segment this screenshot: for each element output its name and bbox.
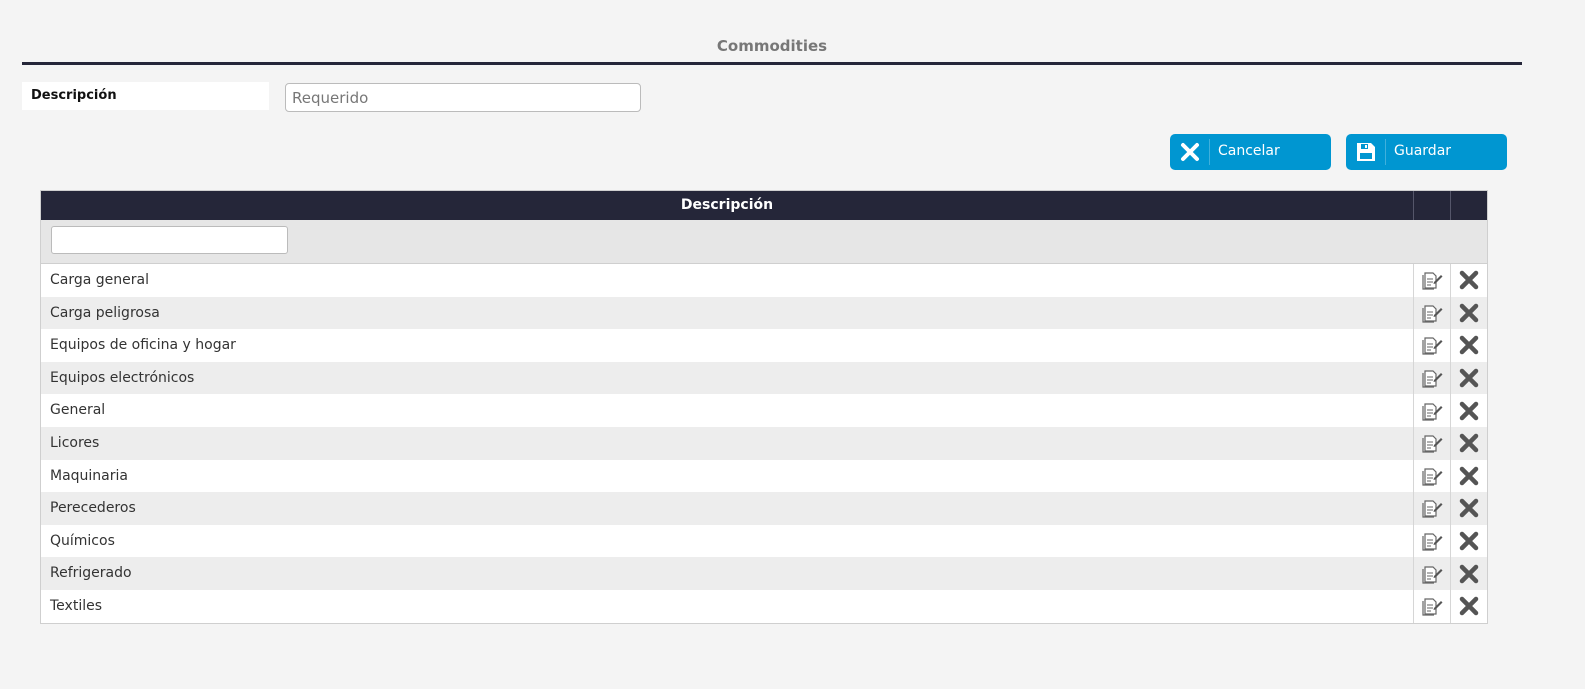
row-description: Licores	[50, 434, 100, 451]
table-row[interactable]: Perecederos	[41, 492, 1487, 525]
table-row[interactable]: Carga general	[41, 264, 1487, 297]
row-description: Carga general	[50, 272, 149, 288]
delete-icon[interactable]	[1450, 329, 1487, 362]
description-filter-input[interactable]	[51, 226, 288, 254]
commodities-table: Descripción Carga general Carga peligrosa…	[40, 190, 1488, 624]
table-row[interactable]: Licores	[41, 426, 1487, 460]
table-row[interactable]: Refrigerado	[41, 557, 1487, 590]
close-icon	[1178, 140, 1202, 164]
row-description: Perecederos	[50, 500, 136, 517]
delete-icon[interactable]	[1450, 589, 1487, 623]
button-divider	[1385, 139, 1386, 165]
edit-icon[interactable]	[1413, 492, 1450, 525]
column-header-description[interactable]: Descripción	[41, 191, 1413, 220]
delete-icon[interactable]	[1450, 524, 1487, 558]
cancel-button[interactable]: Cancelar	[1170, 134, 1331, 170]
table-row[interactable]: Textiles	[41, 589, 1487, 623]
delete-icon[interactable]	[1450, 296, 1487, 330]
edit-icon[interactable]	[1413, 394, 1450, 427]
table-body: Carga general Carga peligrosa Equipos de o…	[41, 264, 1487, 623]
edit-icon[interactable]	[1413, 589, 1450, 623]
row-description: Equipos electrónicos	[50, 369, 195, 386]
edit-icon[interactable]	[1413, 426, 1450, 460]
row-description: Refrigerado	[50, 565, 132, 582]
table-row[interactable]: General	[41, 394, 1487, 427]
row-description: Equipos de oficina y hogar	[50, 337, 236, 354]
table-header: Descripción	[41, 191, 1487, 220]
delete-icon[interactable]	[1450, 361, 1487, 395]
row-description: Químicos	[50, 532, 115, 549]
edit-icon[interactable]	[1413, 264, 1450, 297]
row-description: Maquinaria	[50, 467, 128, 484]
edit-icon[interactable]	[1413, 524, 1450, 558]
table-row[interactable]: Carga peligrosa	[41, 296, 1487, 330]
row-description: Textiles	[50, 597, 103, 614]
edit-icon[interactable]	[1413, 459, 1450, 493]
edit-icon[interactable]	[1413, 361, 1450, 395]
delete-icon[interactable]	[1450, 264, 1487, 297]
delete-icon[interactable]	[1450, 492, 1487, 525]
description-label: Descripción	[22, 82, 269, 110]
table-row[interactable]: Equipos de oficina y hogar	[41, 329, 1487, 362]
page-title: Commodities	[716, 37, 828, 55]
table-row[interactable]: Químicos	[41, 524, 1487, 558]
delete-icon[interactable]	[1450, 426, 1487, 460]
column-header-delete	[1450, 191, 1487, 220]
row-description: Carga peligrosa	[50, 304, 160, 321]
commodities-page: Commodities Descripción Cancelar Guardar…	[0, 0, 1585, 689]
save-label: Guardar	[1394, 143, 1452, 159]
delete-icon[interactable]	[1450, 459, 1487, 493]
description-input[interactable]	[285, 83, 641, 112]
table-row[interactable]: Equipos electrónicos	[41, 361, 1487, 395]
edit-icon[interactable]	[1413, 557, 1450, 590]
row-description: General	[50, 402, 106, 419]
edit-icon[interactable]	[1413, 296, 1450, 330]
save-button[interactable]: Guardar	[1346, 134, 1507, 170]
column-header-edit	[1413, 191, 1450, 220]
button-divider	[1209, 139, 1210, 165]
edit-icon[interactable]	[1413, 329, 1450, 362]
filter-row	[41, 220, 1487, 264]
cancel-label: Cancelar	[1218, 143, 1280, 159]
delete-icon[interactable]	[1450, 557, 1487, 590]
delete-icon[interactable]	[1450, 394, 1487, 427]
table-row[interactable]: Maquinaria	[41, 459, 1487, 493]
floppy-disk-icon	[1354, 140, 1378, 164]
title-divider	[22, 62, 1522, 65]
